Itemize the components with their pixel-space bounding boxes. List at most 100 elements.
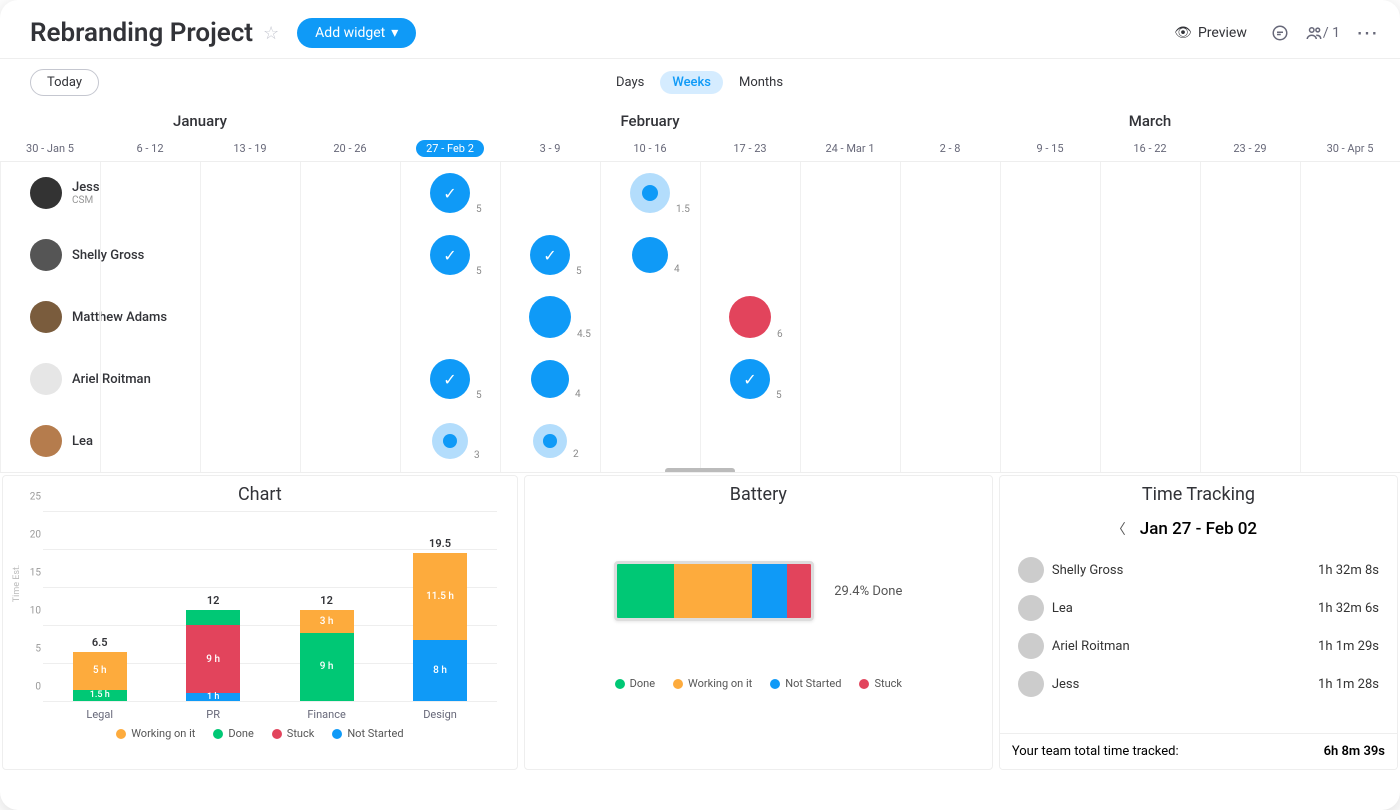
bar-segment: 9 h	[186, 625, 240, 693]
workload-grid[interactable]: JessCSMShelly GrossMatthew AdamsAriel Ro…	[0, 162, 1400, 472]
workload-bubble[interactable]: ✓5	[430, 359, 482, 399]
bar-column[interactable]: 19.58 h11.5 h	[413, 553, 467, 701]
bar-column[interactable]: 121 h9 h	[186, 610, 240, 701]
workload-bubble[interactable]: ✓5	[430, 173, 482, 213]
bar-segment: 5 h	[73, 652, 127, 690]
legend-item[interactable]: Not Started	[332, 727, 403, 740]
week-header[interactable]: 3 - 9	[500, 136, 600, 161]
week-header[interactable]: 16 - 22	[1100, 136, 1200, 161]
scale-tab-weeks[interactable]: Weeks	[660, 71, 723, 94]
workload-bubble[interactable]: 6	[729, 296, 783, 338]
more-menu-icon[interactable]: ⋯	[1356, 21, 1378, 46]
battery-title: Battery	[537, 484, 980, 505]
week-header[interactable]: 30 - Apr 5	[1300, 136, 1400, 161]
today-button[interactable]: Today	[30, 69, 99, 96]
battery-legend: Done Working on it Not Started Stuck	[537, 677, 980, 690]
tracking-row[interactable]: Ariel Roitman1h 1m 29s	[1012, 629, 1385, 663]
chart-legend: Working on it Done Stuck Not Started	[15, 727, 505, 740]
tracking-name: Lea	[1052, 601, 1073, 616]
week-header[interactable]: 24 - Mar 1	[800, 136, 900, 161]
bubble-value: 2	[573, 449, 579, 460]
tracking-row[interactable]: Lea1h 32m 6s	[1012, 591, 1385, 625]
legend-item[interactable]: Stuck	[859, 677, 902, 690]
workload-bubble[interactable]: 3	[432, 423, 480, 459]
prev-week-icon[interactable]: 〈	[1112, 519, 1126, 539]
legend-swatch	[770, 679, 780, 689]
chevron-down-icon: ▾	[391, 25, 398, 41]
x-label: PR	[186, 708, 240, 721]
add-widget-button[interactable]: Add widget ▾	[297, 18, 416, 48]
chat-icon[interactable]	[1271, 24, 1289, 42]
resize-handle[interactable]	[665, 468, 735, 472]
bubble-value: 4	[575, 389, 581, 400]
bar-segment	[186, 610, 240, 625]
workload-bubble[interactable]: ✓5	[430, 235, 482, 275]
week-header[interactable]: 10 - 16	[600, 136, 700, 161]
legend-item[interactable]: Stuck	[272, 727, 315, 740]
chart-area: Time Est. 05101520256.51.5 h5 h121 h9 h1…	[43, 511, 497, 721]
week-header[interactable]: 6 - 12	[100, 136, 200, 161]
tracking-row[interactable]: Shelly Gross1h 32m 8s	[1012, 553, 1385, 587]
workload-bubble[interactable]: 4.5	[529, 296, 591, 338]
workload-bubble[interactable]: 4	[632, 237, 680, 273]
legend-label: Stuck	[874, 677, 902, 690]
battery-widget[interactable]: Battery 29.4% Done DoneWorking on itNot …	[524, 475, 993, 770]
check-icon: ✓	[443, 246, 456, 265]
scale-tab-days[interactable]: Days	[604, 71, 656, 94]
eye-icon: 👁	[1174, 25, 1192, 41]
tracking-total-time: 6h 8m 39s	[1324, 744, 1385, 759]
week-header[interactable]: 2 - 8	[900, 136, 1000, 161]
legend-item[interactable]: Working on it	[116, 727, 195, 740]
check-icon: ✓	[443, 370, 456, 389]
check-icon: ✓	[443, 184, 456, 203]
week-header[interactable]: 9 - 15	[1000, 136, 1100, 161]
tracking-row[interactable]: Jess1h 1m 28s	[1012, 667, 1385, 701]
scale-tab-months[interactable]: Months	[727, 71, 795, 94]
chart-widget[interactable]: Chart Time Est. 05101520256.51.5 h5 h121…	[2, 475, 518, 770]
tracking-title: Time Tracking	[1012, 484, 1385, 505]
bar-column[interactable]: 129 h3 h	[300, 610, 354, 701]
bar-segment: 11.5 h	[413, 553, 467, 640]
legend-item[interactable]: Done	[213, 727, 253, 740]
week-header[interactable]: 13 - 19	[200, 136, 300, 161]
bubble-value: 4.5	[577, 329, 591, 340]
y-tick: 5	[35, 644, 41, 655]
legend-label: Working on it	[131, 727, 195, 740]
bubble-value: 5	[476, 204, 482, 215]
months-row: JanuaryFebruaryMarch	[0, 106, 1400, 136]
workload-bubble[interactable]: ✓5	[730, 359, 782, 399]
bar-segment: 1.5 h	[73, 690, 127, 701]
workload-bubble[interactable]: 2	[533, 424, 579, 458]
legend-swatch	[116, 729, 126, 739]
week-header[interactable]: 27 - Feb 2	[400, 136, 500, 161]
favorite-star-icon[interactable]: ☆	[263, 23, 279, 44]
members-icon[interactable]: / 1	[1305, 24, 1340, 42]
workload-bubble[interactable]: 4	[531, 360, 581, 398]
chart-title: Chart	[15, 484, 505, 505]
legend-item[interactable]: Not Started	[770, 677, 841, 690]
week-header[interactable]: 17 - 23	[700, 136, 800, 161]
legend-item[interactable]: Done	[615, 677, 655, 690]
widgets-row: Chart Time Est. 05101520256.51.5 h5 h121…	[0, 472, 1400, 772]
tracking-name: Shelly Gross	[1052, 563, 1123, 578]
week-header[interactable]: 20 - 26	[300, 136, 400, 161]
workload-bubble[interactable]: ✓5	[530, 235, 582, 275]
time-tracking-widget[interactable]: Time Tracking 〈 Jan 27 - Feb 02 〉 Shelly…	[999, 475, 1398, 770]
legend-swatch	[332, 729, 342, 739]
workload-bubble[interactable]: 1.5	[630, 173, 690, 213]
preview-button[interactable]: 👁 Preview	[1174, 25, 1247, 41]
tracking-range: Jan 27 - Feb 02	[1140, 519, 1257, 539]
tracking-name: Ariel Roitman	[1052, 639, 1130, 654]
x-label: Finance	[300, 708, 354, 721]
x-label: Legal	[73, 708, 127, 721]
avatar	[1018, 633, 1044, 659]
week-header[interactable]: 23 - 29	[1200, 136, 1300, 161]
bar-column[interactable]: 6.51.5 h5 h	[73, 652, 127, 701]
x-label: Design	[413, 708, 467, 721]
battery-segment	[752, 564, 787, 618]
y-tick: 15	[30, 568, 41, 579]
bubble-value: 3	[474, 450, 480, 461]
bar-segment: 9 h	[300, 633, 354, 701]
week-header[interactable]: 30 - Jan 5	[0, 136, 100, 161]
legend-item[interactable]: Working on it	[673, 677, 752, 690]
